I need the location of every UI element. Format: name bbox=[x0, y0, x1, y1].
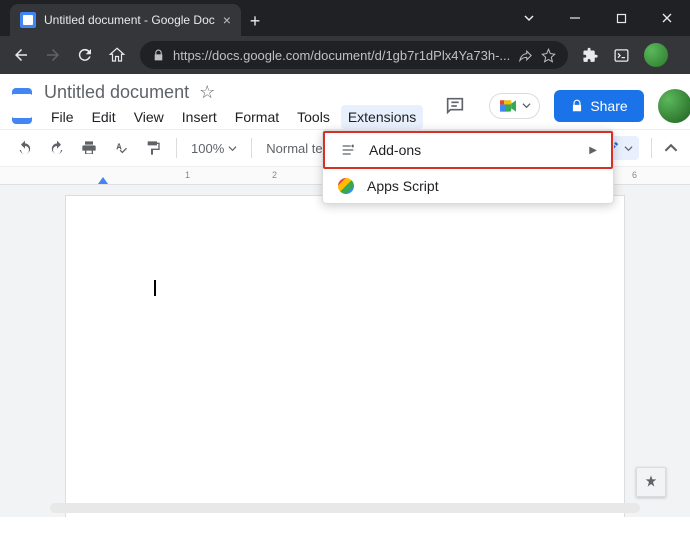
browser-titlebar: Untitled document - Google Doc × + bbox=[0, 0, 690, 36]
share-label: Share bbox=[590, 98, 627, 114]
nav-home-button[interactable] bbox=[108, 46, 126, 64]
tab-title: Untitled document - Google Doc bbox=[44, 13, 215, 27]
terminal-extension-icon[interactable] bbox=[613, 47, 630, 64]
explore-button[interactable] bbox=[636, 467, 666, 497]
nav-back-button[interactable] bbox=[12, 46, 30, 64]
menu-tools[interactable]: Tools bbox=[290, 105, 337, 129]
docs-logo-icon[interactable] bbox=[12, 88, 32, 124]
print-button[interactable] bbox=[76, 135, 102, 161]
chrome-menu-icon[interactable]: ⋮ bbox=[682, 45, 690, 66]
ruler-number: 1 bbox=[185, 170, 190, 180]
close-tab-icon[interactable]: × bbox=[223, 12, 231, 28]
toolbar-separator bbox=[651, 138, 652, 158]
window-minimize-button[interactable] bbox=[552, 0, 598, 36]
window-maximize-button[interactable] bbox=[598, 0, 644, 36]
paint-format-button[interactable] bbox=[140, 135, 166, 161]
menu-insert[interactable]: Insert bbox=[175, 105, 224, 129]
left-indent-marker-icon[interactable] bbox=[98, 177, 108, 184]
lock-icon bbox=[152, 49, 165, 62]
document-page[interactable] bbox=[65, 195, 625, 517]
horizontal-scrollbar[interactable] bbox=[50, 503, 640, 513]
extensions-puzzle-icon[interactable] bbox=[582, 47, 599, 64]
text-cursor-icon bbox=[154, 280, 156, 296]
nav-forward-button bbox=[44, 46, 62, 64]
window-close-button[interactable] bbox=[644, 0, 690, 36]
zoom-value: 100% bbox=[191, 141, 224, 156]
meet-button[interactable] bbox=[489, 93, 540, 119]
window-controls bbox=[506, 0, 690, 36]
browser-urlbar: https://docs.google.com/document/d/1gb7r… bbox=[0, 36, 690, 74]
url-text: https://docs.google.com/document/d/1gb7r… bbox=[173, 48, 510, 63]
menu-file[interactable]: File bbox=[44, 105, 81, 129]
share-button[interactable]: Share bbox=[554, 90, 643, 122]
extensions-dropdown: Add-ons ▶ Apps Script bbox=[322, 130, 614, 204]
spellcheck-button[interactable] bbox=[108, 135, 134, 161]
apps-script-label: Apps Script bbox=[367, 178, 439, 194]
addons-menu-item[interactable]: Add-ons ▶ bbox=[323, 131, 613, 169]
star-document-icon[interactable]: ☆ bbox=[199, 82, 215, 103]
addons-icon bbox=[339, 141, 357, 159]
menu-extensions[interactable]: Extensions bbox=[341, 105, 423, 129]
new-tab-button[interactable]: + bbox=[241, 6, 269, 36]
menu-view[interactable]: View bbox=[127, 105, 171, 129]
browser-tab[interactable]: Untitled document - Google Doc × bbox=[10, 4, 241, 36]
comment-history-icon[interactable] bbox=[435, 86, 475, 126]
bookmark-star-icon[interactable] bbox=[541, 48, 556, 63]
share-url-icon[interactable] bbox=[518, 48, 533, 63]
apps-script-menu-item[interactable]: Apps Script bbox=[323, 169, 613, 203]
document-canvas-area bbox=[0, 185, 690, 517]
addons-label: Add-ons bbox=[369, 142, 421, 158]
docs-header: Untitled document ☆ File Edit View Inser… bbox=[0, 74, 690, 129]
tab-search-icon[interactable] bbox=[506, 12, 552, 24]
address-bar[interactable]: https://docs.google.com/document/d/1gb7r… bbox=[140, 41, 568, 69]
docs-menubar: File Edit View Insert Format Tools Exten… bbox=[44, 105, 423, 129]
nav-reload-button[interactable] bbox=[76, 46, 94, 64]
toolbar-separator bbox=[176, 138, 177, 158]
apps-script-icon bbox=[337, 177, 355, 195]
ruler-number: 2 bbox=[272, 170, 277, 180]
submenu-arrow-icon: ▶ bbox=[589, 145, 597, 156]
zoom-dropdown[interactable]: 100% bbox=[187, 141, 241, 156]
toolbar-separator bbox=[251, 138, 252, 158]
ruler-number: 6 bbox=[632, 170, 637, 180]
menu-format[interactable]: Format bbox=[228, 105, 286, 129]
undo-button[interactable] bbox=[12, 135, 38, 161]
redo-button[interactable] bbox=[44, 135, 70, 161]
collapse-toolbar-icon[interactable] bbox=[664, 141, 678, 155]
docs-favicon-icon bbox=[20, 12, 36, 28]
profile-avatar-icon[interactable] bbox=[644, 43, 668, 67]
menu-edit[interactable]: Edit bbox=[85, 105, 123, 129]
account-avatar-icon[interactable] bbox=[658, 89, 690, 123]
doc-title[interactable]: Untitled document bbox=[44, 82, 189, 103]
